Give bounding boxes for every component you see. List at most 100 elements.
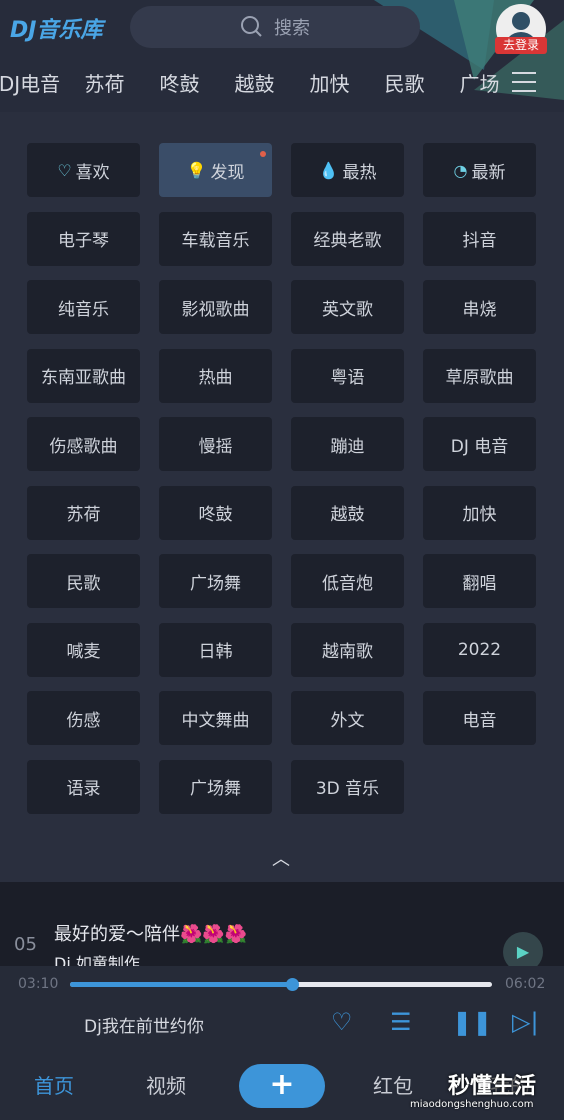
nav-redpacket[interactable]: 红包 — [373, 1070, 413, 1099]
clock-icon: ◔ — [453, 160, 468, 180]
watermark: 秒懂生活 — [448, 1074, 537, 1099]
category-label: 翻唱 — [462, 573, 497, 594]
category-13[interactable]: 热曲 — [159, 348, 272, 403]
category-label: 慢摇 — [198, 436, 233, 457]
category-35[interactable]: 电音 — [423, 691, 536, 745]
tab[interactable]: DJ电音 — [0, 68, 67, 97]
category-34[interactable]: 外文 — [291, 691, 404, 745]
category-label: 2022 — [457, 639, 502, 660]
category-17[interactable]: 慢摇 — [159, 417, 272, 471]
category-label: 最热 — [342, 162, 377, 183]
slider-handle[interactable] — [285, 978, 299, 991]
search-placeholder: 搜索 — [274, 18, 310, 39]
category-15[interactable]: 草原歌曲 — [423, 348, 536, 403]
category-label: 最新 — [471, 162, 506, 183]
category-12[interactable]: 东南亚歌曲 — [27, 348, 140, 403]
now-playing-title: Dj我在前世约你 — [84, 1017, 204, 1037]
category-4[interactable]: 电子琴 — [27, 211, 140, 266]
category-31[interactable]: 2022 — [423, 622, 536, 677]
category-25[interactable]: 广场舞 — [159, 554, 272, 608]
category-label: 影视歌曲 — [181, 299, 250, 320]
category-29[interactable]: 日韩 — [159, 622, 272, 677]
app-logo: DJ音乐库 — [10, 18, 103, 43]
category-24[interactable]: 民歌 — [27, 554, 140, 608]
category-36[interactable]: 语录 — [27, 759, 140, 814]
category-30[interactable]: 越南歌 — [291, 622, 404, 677]
header: DJ音乐库 搜索 去登录 DJ电音 苏荷 咚鼓 越鼓 加快 民歌 广场 — [0, 0, 564, 112]
nav-home[interactable]: 首页 — [34, 1070, 74, 1099]
tab[interactable]: 民歌 — [367, 68, 442, 97]
category-38[interactable]: 3D 音乐 — [291, 759, 404, 814]
category-23[interactable]: 加快 — [423, 485, 536, 540]
song-title: 最好的爱～陪伴🌺🌺🌺 — [54, 924, 248, 945]
category-10[interactable]: 英文歌 — [291, 280, 404, 334]
category-22[interactable]: 越鼓 — [291, 485, 404, 540]
category-37[interactable]: 广场舞 — [159, 759, 272, 814]
tab[interactable]: 咚鼓 — [142, 68, 217, 97]
chevron-up-icon[interactable]: ︿ — [272, 845, 290, 871]
category-14[interactable]: 粤语 — [291, 348, 404, 403]
category-18[interactable]: 蹦迪 — [291, 417, 404, 471]
category-label: 中文舞曲 — [181, 710, 250, 731]
tab[interactable]: 苏荷 — [67, 68, 142, 97]
category-label: 纯音乐 — [58, 299, 109, 320]
tab[interactable]: 广场 — [442, 68, 517, 97]
category-6[interactable]: 经典老歌 — [291, 211, 404, 266]
nav-video[interactable]: 视频 — [146, 1070, 186, 1099]
category-16[interactable]: 伤感歌曲 — [27, 417, 140, 471]
category-label: 低音炮 — [322, 573, 373, 594]
category-label: 3D 音乐 — [315, 779, 380, 799]
song-number: 05 — [14, 934, 37, 955]
category-label: 伤感 — [66, 710, 101, 731]
category-33[interactable]: 中文舞曲 — [159, 691, 272, 745]
category-0[interactable]: ♡ 喜欢 — [27, 143, 140, 197]
category-label: 喜欢 — [75, 162, 110, 183]
category-8[interactable]: 纯音乐 — [27, 280, 140, 334]
tab[interactable]: 加快 — [292, 68, 367, 97]
playlist-icon[interactable]: ☰ — [390, 1008, 412, 1036]
category-label: 广场舞 — [190, 573, 241, 594]
category-26[interactable]: 低音炮 — [291, 554, 404, 608]
category-label: 越南歌 — [322, 642, 373, 662]
category-label: 民歌 — [66, 573, 101, 594]
category-label: 经典老歌 — [313, 231, 382, 251]
category-label: 抖音 — [462, 231, 497, 251]
notification-dot — [260, 151, 266, 157]
heart-icon[interactable]: ♡ — [331, 1008, 353, 1036]
category-3[interactable]: ◔ 最新 — [423, 143, 536, 197]
category-label: 英文歌 — [322, 299, 373, 320]
category-label: 伤感歌曲 — [49, 436, 118, 457]
category-7[interactable]: 抖音 — [423, 211, 536, 266]
category-label: DJ 电音 — [450, 436, 509, 457]
category-label: 电音 — [462, 710, 497, 731]
category-1[interactable]: 💡 发现 — [159, 143, 272, 197]
pause-icon[interactable]: ❚❚ — [452, 1008, 492, 1036]
category-32[interactable]: 伤感 — [27, 691, 140, 745]
search-input[interactable]: 搜索 — [130, 6, 420, 48]
category-label: 喊麦 — [66, 642, 101, 662]
category-label: 发现 — [210, 162, 245, 183]
category-label: 外文 — [330, 710, 365, 731]
category-5[interactable]: 车载音乐 — [159, 211, 272, 266]
add-button[interactable]: + — [239, 1064, 325, 1108]
category-label: 苏荷 — [66, 505, 101, 525]
next-icon[interactable]: ▷| — [512, 1008, 539, 1036]
category-11[interactable]: 串烧 — [423, 280, 536, 334]
tab[interactable]: 越鼓 — [217, 68, 292, 97]
category-28[interactable]: 喊麦 — [27, 622, 140, 677]
category-21[interactable]: 咚鼓 — [159, 485, 272, 540]
category-20[interactable]: 苏荷 — [27, 485, 140, 540]
category-27[interactable]: 翻唱 — [423, 554, 536, 608]
menu-icon[interactable] — [512, 72, 536, 92]
song-subtitle: Dj 如童制作 — [54, 954, 140, 966]
category-2[interactable]: 💧 最热 — [291, 143, 404, 197]
play-icon[interactable]: ▶ — [503, 932, 543, 966]
song-list-item[interactable]: 05 最好的爱～陪伴🌺🌺🌺 Dj 如童制作 ▶ — [0, 882, 564, 966]
category-9[interactable]: 影视歌曲 — [159, 280, 272, 334]
category-tabs: DJ电音 苏荷 咚鼓 越鼓 加快 民歌 广场 — [0, 68, 517, 97]
category-19[interactable]: DJ 电音 — [423, 417, 536, 471]
progress-slider[interactable] — [70, 978, 492, 991]
login-badge[interactable]: 去登录 — [495, 37, 547, 54]
category-label: 东南亚歌曲 — [41, 368, 126, 388]
category-label: 广场舞 — [190, 779, 241, 799]
